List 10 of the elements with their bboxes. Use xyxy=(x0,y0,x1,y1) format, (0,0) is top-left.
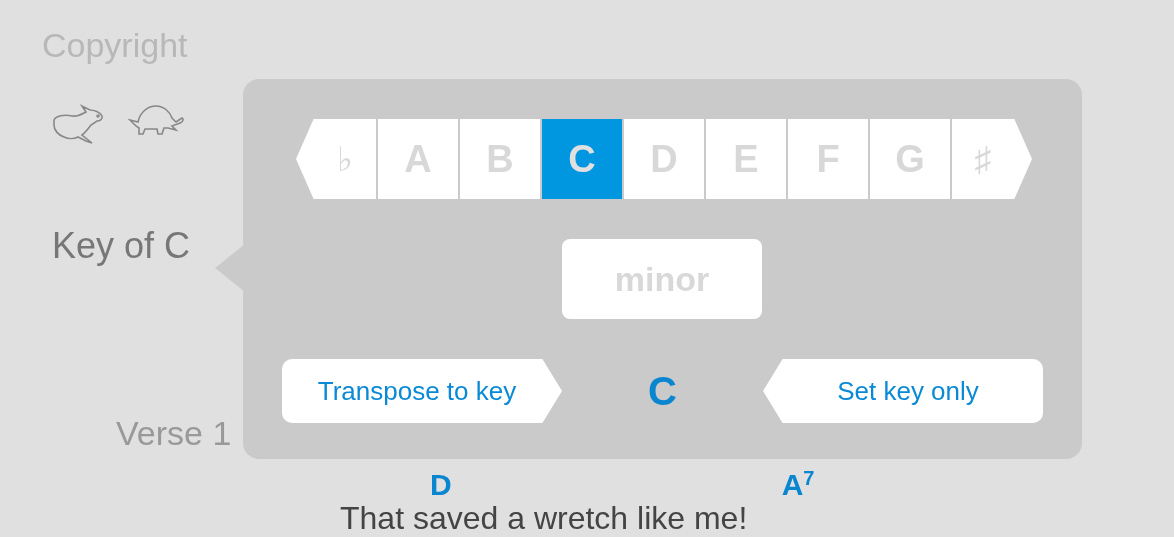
lyric-line: That saved a wretch like me! xyxy=(340,502,748,536)
current-key: C xyxy=(562,361,763,421)
section-label: Verse 1 xyxy=(116,416,232,450)
key-option[interactable]: C xyxy=(542,119,622,199)
transpose-button[interactable]: Transpose to key xyxy=(282,359,562,423)
flat-button[interactable]: ♭ xyxy=(296,119,376,199)
set-key-button[interactable]: Set key only xyxy=(763,359,1043,423)
sharp-button[interactable]: ♯ xyxy=(952,119,1032,199)
chord-symbol: A$^{7}$ xyxy=(781,470,815,500)
chord-symbol: D xyxy=(430,470,452,500)
